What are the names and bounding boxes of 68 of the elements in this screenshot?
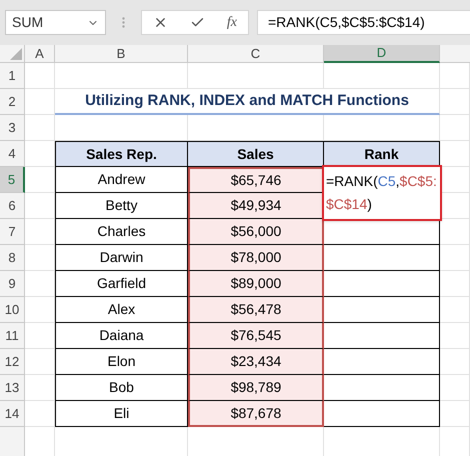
sheet-cell[interactable] xyxy=(440,271,470,297)
sheet-cell[interactable] xyxy=(440,349,470,375)
column-header[interactable]: D xyxy=(324,45,440,63)
sheet-cell[interactable] xyxy=(25,323,55,349)
sheet-cell[interactable] xyxy=(25,349,55,375)
table-cell: $78,000 xyxy=(188,245,324,271)
table-cell: $23,434 xyxy=(188,349,324,375)
column-header[interactable] xyxy=(440,45,470,63)
row-header[interactable]: 3 xyxy=(0,115,25,141)
sheet-cell[interactable] xyxy=(440,375,470,401)
sheet-cell[interactable] xyxy=(25,63,55,89)
sheet-cell[interactable] xyxy=(25,115,55,141)
table-header-cell: Rank xyxy=(324,141,440,167)
row-header[interactable]: 14 xyxy=(0,401,25,427)
sheet-cell[interactable] xyxy=(440,245,470,271)
row-header[interactable]: 2 xyxy=(0,89,25,115)
sheet-cell[interactable] xyxy=(25,375,55,401)
column-header[interactable]: B xyxy=(55,45,188,63)
table-cell: $98,789 xyxy=(188,375,324,401)
column-header[interactable]: C xyxy=(188,45,324,63)
formula-field[interactable]: =RANK(C5,$C$5:$C$14) xyxy=(257,10,470,35)
sheet-cell[interactable] xyxy=(188,63,324,89)
sheet-cell[interactable] xyxy=(25,167,55,193)
sheet-cell[interactable] xyxy=(440,193,470,219)
sheet-cell[interactable] xyxy=(25,297,55,323)
row-header[interactable] xyxy=(0,427,25,456)
sheet-cell[interactable] xyxy=(440,323,470,349)
row-header[interactable]: 9 xyxy=(0,271,25,297)
table-cell: $49,934 xyxy=(188,193,324,219)
formula-edit-cell[interactable]: =RANK(C5,$C$5: $C$14) xyxy=(322,165,442,221)
sheet-title: Utilizing RANK, INDEX and MATCH Functions xyxy=(85,90,409,111)
sheet-cell[interactable] xyxy=(440,63,470,89)
sheet-cell[interactable] xyxy=(25,219,55,245)
row-header[interactable]: 1 xyxy=(0,63,25,89)
sheet-cell[interactable] xyxy=(440,167,470,193)
function-button[interactable]: fx xyxy=(226,12,237,33)
sheet-cell[interactable] xyxy=(25,89,55,115)
row-header[interactable]: 12 xyxy=(0,349,25,375)
row-header[interactable]: 6 xyxy=(0,193,25,219)
table-cell: $56,478 xyxy=(188,297,324,323)
sheet-cell[interactable] xyxy=(440,297,470,323)
table-cell: $87,678 xyxy=(188,401,324,427)
table-cell: $76,545 xyxy=(188,323,324,349)
table-cell: $56,000 xyxy=(188,219,324,245)
sheet-cell[interactable] xyxy=(440,89,470,115)
row-header[interactable]: 7 xyxy=(0,219,25,245)
sheet-cell[interactable] xyxy=(25,401,55,427)
row-header[interactable]: 11 xyxy=(0,323,25,349)
sheet-cell[interactable] xyxy=(440,401,470,427)
row-header[interactable]: 13 xyxy=(0,375,25,401)
sheet-cell[interactable] xyxy=(25,193,55,219)
grip-dots-icon xyxy=(122,17,125,28)
sheet-cell[interactable] xyxy=(324,63,440,89)
sheet-cell[interactable] xyxy=(55,63,188,89)
row-header[interactable]: 4 xyxy=(0,141,25,167)
table-cell: $65,746 xyxy=(188,167,324,193)
sheet-cell[interactable] xyxy=(25,271,55,297)
sheet-cell[interactable] xyxy=(25,245,55,271)
table-header-cell: Sales xyxy=(188,141,324,167)
column-header[interactable]: A xyxy=(25,45,55,63)
table-cell: $89,000 xyxy=(188,271,324,297)
row-header[interactable]: 8 xyxy=(0,245,25,271)
row-header[interactable]: 10 xyxy=(0,297,25,323)
name-box[interactable]: SUM xyxy=(5,10,106,35)
sheet-cell[interactable] xyxy=(440,115,470,141)
table-header-cell: Sales Rep. xyxy=(55,141,188,167)
sheet-cell[interactable] xyxy=(440,219,470,245)
row-header[interactable]: 5 xyxy=(0,167,25,193)
